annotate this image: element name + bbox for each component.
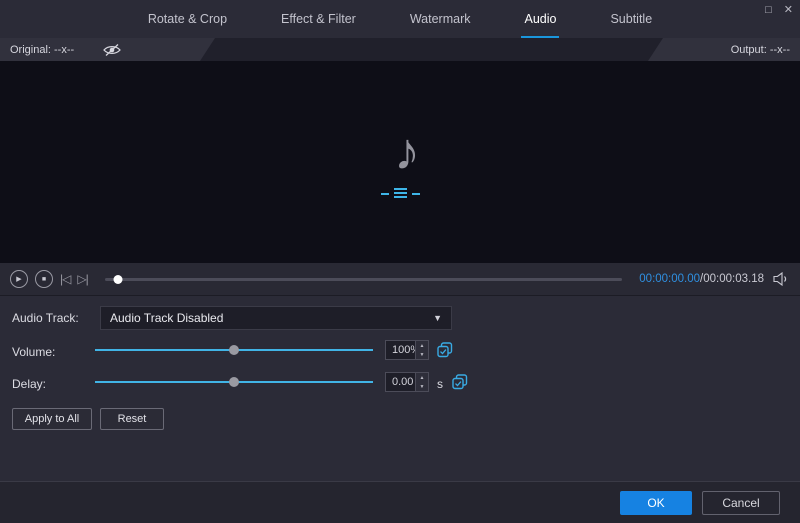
window-controls: □ ✕ [765, 3, 793, 17]
delay-slider-handle[interactable] [229, 377, 239, 387]
delay-value: 0.00 [392, 376, 414, 388]
cancel-button[interactable]: Cancel [702, 490, 780, 515]
volume-slider-handle[interactable] [229, 345, 239, 355]
seek-slider[interactable] [104, 270, 623, 288]
play-button[interactable]: ▶ [10, 270, 28, 288]
audio-track-value: Audio Track Disabled [110, 311, 224, 325]
delay-slider[interactable] [95, 372, 373, 392]
maximize-icon[interactable]: □ [765, 3, 772, 17]
time-current: 00:00:00.00 [639, 273, 701, 285]
spinner-down-icon[interactable]: ▼ [416, 382, 428, 391]
loading-indicator [380, 188, 420, 198]
play-icon: ▶ [16, 276, 22, 283]
time-total: /00:00:03.18 [700, 273, 764, 285]
volume-apply-copy-icon[interactable] [437, 342, 453, 358]
tab-audio[interactable]: Audio [521, 0, 559, 38]
original-label: Original: --x-- [10, 43, 75, 56]
footer-bar: OK Cancel [0, 481, 800, 523]
delay-spinner: ▲ ▼ [415, 373, 428, 391]
audio-track-dropdown[interactable]: Audio Track Disabled ▼ [100, 306, 452, 330]
preview-info-strip: Original: --x-- Output: --x-- [0, 38, 800, 61]
volume-label: Volume: [12, 345, 56, 359]
output-label: Output: --x-- [730, 43, 790, 56]
spinner-up-icon[interactable]: ▲ [416, 373, 428, 382]
chevron-down-icon: ▼ [433, 313, 442, 323]
volume-slider[interactable] [95, 340, 373, 360]
tab-effect-filter[interactable]: Effect & Filter [278, 0, 359, 38]
tab-rotate-crop[interactable]: Rotate & Crop [145, 0, 230, 38]
seek-track[interactable] [104, 278, 623, 281]
audio-track-label: Audio Track: [12, 311, 79, 325]
seek-handle[interactable] [113, 275, 123, 284]
delay-unit-label: s [437, 377, 443, 391]
ok-button[interactable]: OK [620, 490, 692, 515]
time-display: 00:00:00.00/00:00:03.18 [639, 273, 764, 285]
speaker-icon[interactable] [773, 272, 790, 286]
player-bar: ▶ ■ |◁ ▷| 00:00:00.00/00:00:03.18 [0, 263, 800, 296]
volume-input[interactable]: 100% ▲ ▼ [385, 340, 429, 360]
spinner-down-icon[interactable]: ▼ [416, 350, 428, 359]
video-preview-area: ♪ [0, 61, 800, 263]
tab-watermark[interactable]: Watermark [407, 0, 474, 38]
tab-subtitle[interactable]: Subtitle [607, 0, 655, 38]
delay-input[interactable]: 0.00 ▲ ▼ [385, 372, 429, 392]
audio-settings-panel: Audio Track: Audio Track Disabled ▼ Volu… [0, 296, 800, 481]
close-icon[interactable]: ✕ [784, 3, 793, 17]
stop-button[interactable]: ■ [35, 270, 53, 288]
original-info: Original: --x-- [0, 38, 215, 61]
stop-icon: ■ [41, 275, 47, 283]
apply-to-all-button[interactable]: Apply to All [12, 408, 92, 430]
volume-spinner: ▲ ▼ [415, 341, 428, 359]
next-frame-button[interactable]: ▷| [77, 272, 88, 286]
spinner-up-icon[interactable]: ▲ [416, 341, 428, 350]
delay-label: Delay: [12, 377, 47, 391]
tab-bar: Rotate & Crop Effect & Filter Watermark … [0, 0, 800, 38]
music-note-icon: ♪ [394, 123, 420, 181]
audio-editor-window: Rotate & Crop Effect & Filter Watermark … [0, 0, 800, 523]
delay-apply-copy-icon[interactable] [452, 374, 468, 390]
prev-frame-button[interactable]: |◁ [60, 272, 71, 286]
output-info: Output: --x-- [648, 38, 800, 61]
reset-button[interactable]: Reset [100, 408, 164, 430]
eye-off-icon[interactable] [102, 43, 122, 57]
